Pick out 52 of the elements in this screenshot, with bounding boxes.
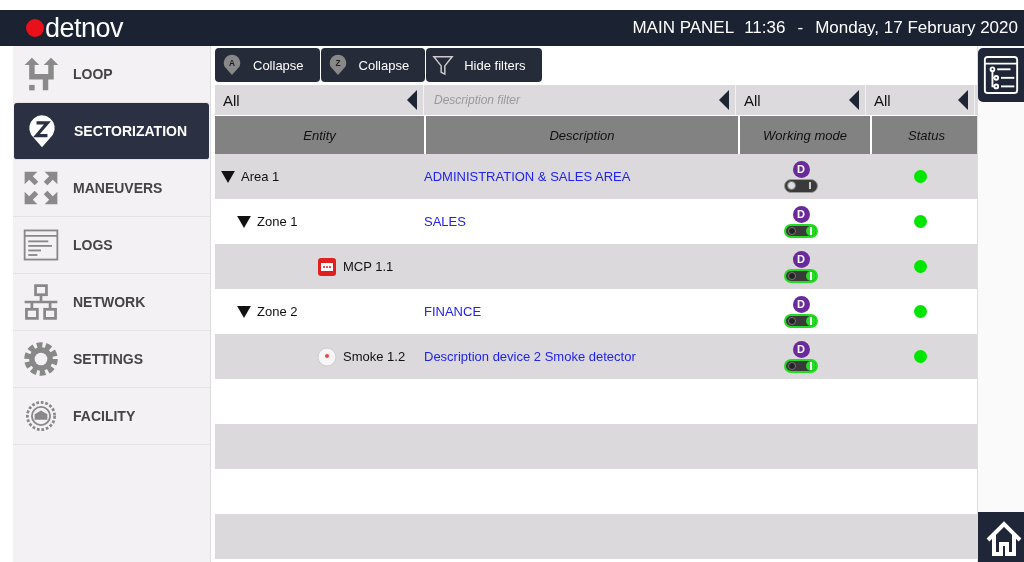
mode-badge: D <box>792 250 810 268</box>
description-text: Description device 2 Smoke detector <box>424 349 636 364</box>
caret-icon <box>849 90 859 110</box>
sidebar-item[interactable]: SETTINGS <box>13 331 210 388</box>
filter-dropdown[interactable]: All <box>736 85 866 115</box>
mode-toggle[interactable] <box>784 268 818 283</box>
entity-name: Smoke 1.2 <box>343 349 406 364</box>
expand-triangle-icon[interactable] <box>237 215 251 228</box>
mode-toggle[interactable] <box>784 313 818 328</box>
gear-icon <box>21 339 61 379</box>
mode-badge: D <box>792 160 810 178</box>
sidebar-item[interactable]: FACILITY <box>13 388 210 445</box>
separator: - <box>797 18 804 38</box>
smoke-detector-icon <box>317 346 337 367</box>
home-button[interactable] <box>978 512 1024 562</box>
description-filter-field[interactable]: Description filter <box>432 92 636 108</box>
expand-triangle-icon[interactable] <box>237 305 251 318</box>
tree-list-icon <box>982 54 1020 96</box>
mode-badge: D <box>792 340 810 358</box>
entity-name: Zone 1 <box>257 214 298 229</box>
entity-name: Zone 2 <box>257 304 298 319</box>
panel-title: MAIN PANEL <box>632 18 735 38</box>
map-pin-icon: A <box>221 54 243 76</box>
call-point-icon <box>317 256 337 277</box>
description-text: ADMINISTRATION & SALES AREA <box>424 169 631 184</box>
sidebar-item[interactable]: MANEUVERS <box>13 160 210 217</box>
filter-icon <box>432 54 455 76</box>
mode-badge: D <box>792 205 810 223</box>
entity-name: MCP 1.1 <box>343 259 394 274</box>
sidebar-item[interactable]: SECTORIZATION <box>14 103 209 160</box>
entity-name: Area 1 <box>241 169 280 184</box>
tree-view-button[interactable] <box>978 48 1024 102</box>
mode-toggle[interactable] <box>784 358 818 373</box>
mode-badge: D <box>792 295 810 313</box>
mode-toggle[interactable] <box>784 178 818 193</box>
clock-time: 11:36 <box>744 18 786 38</box>
toolbar-button[interactable]: Hide filters <box>426 48 542 82</box>
sidebar-item[interactable]: LOGS <box>13 217 210 274</box>
date-text: Monday, 17 February 2020 <box>815 18 1018 38</box>
filter-dropdown[interactable]: All <box>866 85 975 115</box>
brand-logo: detnov <box>26 12 124 44</box>
toolbar-button[interactable]: Z Collapse <box>320 48 426 82</box>
description-text: FINANCE <box>424 304 482 319</box>
sidebar-item[interactable]: NETWORK <box>13 274 210 331</box>
toolbar-button[interactable]: A Collapse <box>215 48 320 82</box>
description-text: SALES <box>424 214 466 229</box>
mode-toggle[interactable] <box>784 223 818 238</box>
caret-icon <box>407 90 417 110</box>
caret-icon <box>958 90 968 110</box>
filter-dropdown[interactable]: All <box>215 85 424 115</box>
expand-triangle-icon[interactable] <box>221 170 235 183</box>
caret-icon <box>719 90 729 110</box>
